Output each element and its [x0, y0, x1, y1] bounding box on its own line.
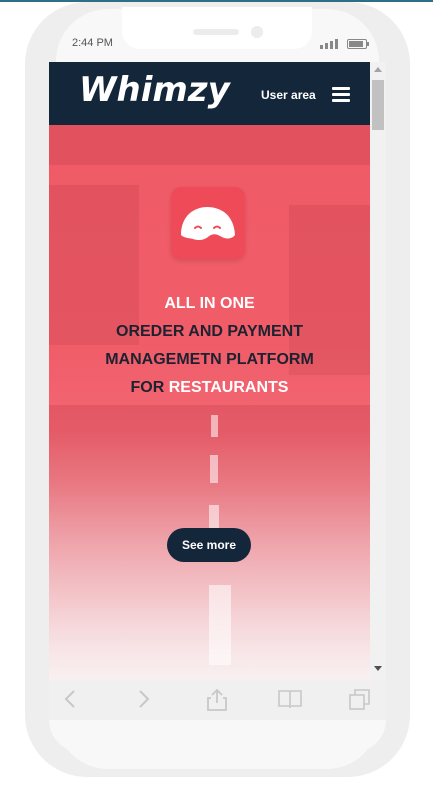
floor-lane-mark	[210, 455, 218, 483]
scroll-down-arrow-icon[interactable]	[374, 666, 382, 671]
headline-line-1: ALL IN ONE	[164, 295, 255, 312]
site-logo[interactable]: Whimzy	[79, 70, 230, 110]
phone-speaker	[193, 29, 239, 35]
floor-lane-mark	[211, 415, 218, 437]
headline-line-2: OREDER AND PAYMENT	[116, 323, 303, 340]
phone-chin	[49, 720, 386, 752]
vertical-scrollbar[interactable]	[370, 62, 386, 680]
phone-camera	[251, 26, 263, 38]
headline-line-4-prefix: FOR	[130, 379, 169, 396]
headline-line-4: FOR RESTAURANTS	[49, 374, 370, 402]
forward-icon[interactable]	[137, 688, 151, 710]
site-navbar: Whimzy User area	[49, 62, 370, 125]
hero-headline: ALL IN ONE OREDER AND PAYMENT MANAGEMETN…	[49, 290, 370, 402]
status-time: 2:44 PM	[72, 37, 113, 49]
ceiling-decor	[49, 125, 370, 165]
hero-section: ALL IN ONE OREDER AND PAYMENT MANAGEMETN…	[49, 125, 370, 680]
headline-line-3: MANAGEMETN PLATFORM	[105, 351, 314, 368]
headline-highlight: RESTAURANTS	[168, 379, 289, 396]
back-icon[interactable]	[63, 688, 77, 710]
scrollbar-thumb[interactable]	[372, 80, 384, 130]
share-icon[interactable]	[206, 688, 228, 712]
browser-viewport: Whimzy User area ALL IN ONE OREDER AND P…	[49, 62, 370, 680]
battery-icon	[347, 39, 369, 49]
floor-lane-mark	[209, 585, 231, 665]
bookmarks-icon[interactable]	[277, 688, 303, 710]
signal-icon	[320, 38, 340, 49]
see-more-button[interactable]: See more	[167, 528, 251, 562]
whimzy-mask-icon	[171, 187, 245, 259]
scroll-up-arrow-icon[interactable]	[374, 67, 382, 72]
user-area-link[interactable]: User area	[261, 88, 316, 102]
hamburger-menu-icon[interactable]	[332, 87, 350, 102]
tabs-icon[interactable]	[348, 688, 372, 712]
phone-notch	[122, 7, 312, 49]
browser-toolbar	[49, 680, 386, 720]
